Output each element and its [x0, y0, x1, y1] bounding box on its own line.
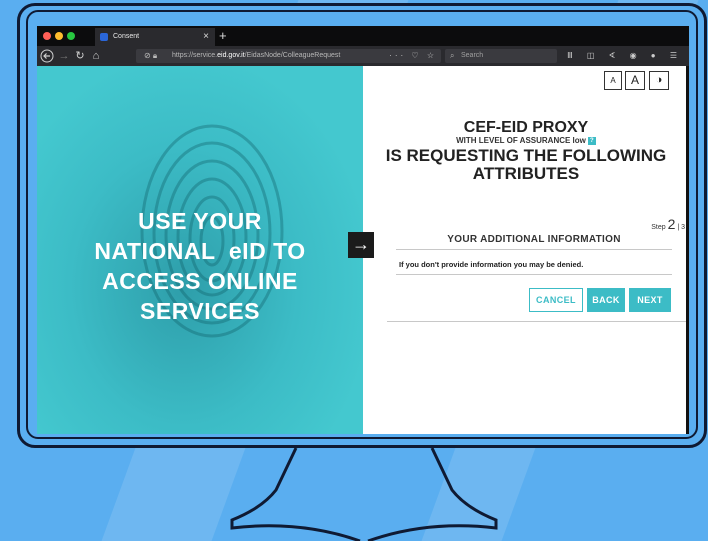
font-size-large-button[interactable]: A [625, 71, 645, 90]
navigation-bar: → ↻ ⌂ ⊘ 🔒︎ https://service.eid.gov.it/Ei… [37, 46, 689, 66]
contrast-toggle-icon[interactable]: ◑ [649, 71, 669, 90]
url-path: /EidasNode/ColleagueRequest [244, 52, 341, 59]
requesting-line: ATTRIBUTES [472, 164, 580, 183]
tab-bar: Consent × + [37, 26, 689, 46]
back-arrow-icon[interactable] [40, 46, 54, 66]
assurance-level-text: WITH LEVEL OF ASSURANCE low [456, 136, 586, 145]
forward-arrow-icon[interactable]: → [58, 46, 70, 66]
toolbar-icons[interactable]: Ⅲ ◫ ∢ ◉ ● ☰ [567, 46, 683, 66]
warning-notice: If you don't provide information you may… [399, 260, 584, 269]
url-bar[interactable]: ⊘ 🔒︎ https://service.eid.gov.it/EidasNod… [136, 49, 441, 63]
new-tab-button[interactable]: + [219, 26, 227, 46]
step-total: 3 [681, 224, 685, 231]
hero-line: SERVICES [140, 298, 260, 324]
step-label: Step [651, 224, 666, 231]
hero-panel: USE YOUR NATIONAL eID TO ACCESS ONLINE S… [37, 66, 363, 434]
next-button[interactable]: NEXT [629, 288, 671, 312]
hero-headline: USE YOUR NATIONAL eID TO ACCESS ONLINE S… [37, 206, 363, 326]
step-separator: | [677, 224, 680, 231]
hero-line: ACCESS ONLINE [102, 268, 298, 294]
page-actions-icon[interactable]: ··· ♡ ☆ [389, 49, 437, 63]
minimize-window-dot[interactable] [55, 32, 63, 40]
search-input[interactable]: ⌕ Search [445, 49, 557, 63]
reload-icon[interactable]: ↻ [74, 46, 86, 66]
hero-line: NATIONAL eID TO [94, 238, 306, 264]
scrollbar[interactable] [686, 66, 689, 434]
back-button[interactable]: BACK [587, 288, 625, 312]
lock-icon: ⊘ 🔒︎ [144, 51, 158, 60]
arrow-right-icon: → [348, 232, 374, 258]
step-current: 2 [667, 216, 676, 232]
consent-panel: A A ◑ CEF-EID PROXY WITH LEVEL OF ASSURA… [363, 66, 689, 434]
hero-line: USE YOUR [138, 208, 262, 234]
requesting-line: IS REQUESTING THE FOLLOWING [385, 146, 667, 165]
close-window-dot[interactable] [43, 32, 51, 40]
search-icon: ⌕ [450, 51, 455, 60]
favicon-icon [100, 33, 108, 41]
step-indicator: Step 2 | 3 [651, 216, 685, 232]
close-tab-icon[interactable]: × [203, 28, 209, 46]
divider [396, 274, 672, 275]
section-title: YOUR ADDITIONAL INFORMATION [447, 234, 621, 245]
divider [396, 249, 672, 250]
browser-window: Consent × + → ↻ ⌂ ⊘ 🔒︎ https://service.e… [37, 26, 689, 434]
assurance-level: WITH LEVEL OF ASSURANCE low? [363, 136, 689, 145]
tab-title: Consent [113, 33, 140, 40]
home-icon[interactable]: ⌂ [90, 46, 102, 66]
cancel-button[interactable]: CANCEL [529, 288, 583, 312]
tab-consent[interactable]: Consent × [95, 28, 215, 46]
maximize-window-dot[interactable] [67, 32, 75, 40]
requester-title: CEF-EID PROXY [463, 119, 589, 136]
divider [387, 321, 689, 322]
search-placeholder: Search [461, 52, 484, 59]
help-icon[interactable]: ? [587, 136, 596, 145]
url-prefix: https://service. [172, 52, 218, 59]
url-domain: eid.gov.it [217, 52, 245, 59]
requesting-title: IS REQUESTING THE FOLLOWING ATTRIBUTES [363, 147, 689, 183]
font-size-small-button[interactable]: A [604, 71, 622, 90]
